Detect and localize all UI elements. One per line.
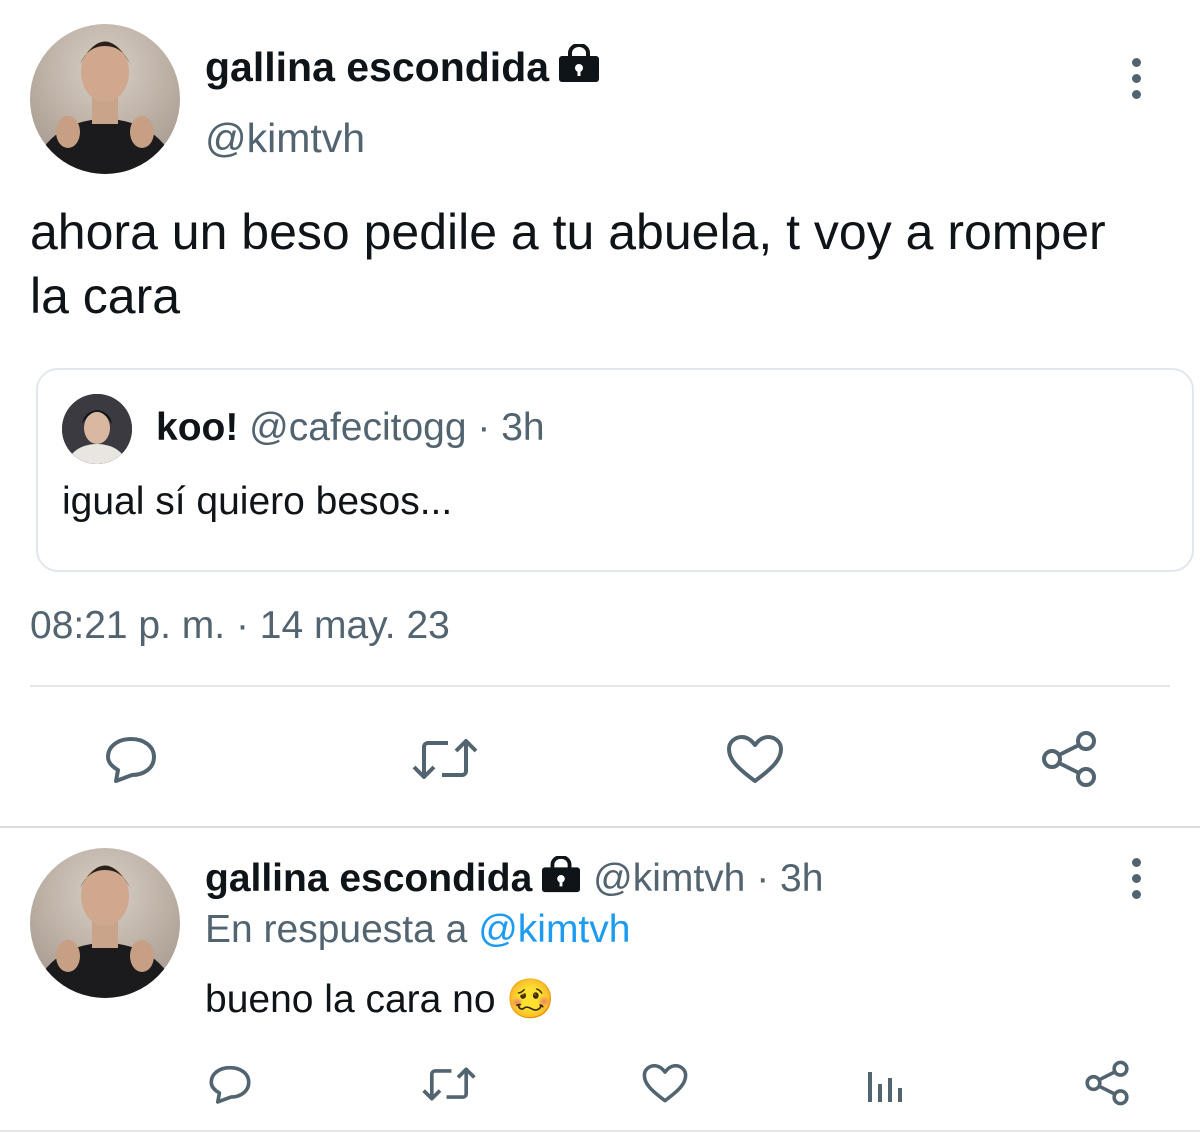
divider [30, 685, 1170, 687]
retweet-icon[interactable] [422, 1066, 476, 1102]
share-icon[interactable] [1040, 730, 1098, 788]
quoted-display-name: koo! [156, 406, 239, 449]
quoted-tweet-card[interactable]: koo! @cafecitogg · 3h igual sí quiero be… [36, 368, 1194, 572]
quoted-time: · 3h [477, 406, 545, 449]
reply-text-content: bueno la cara no [205, 978, 496, 1021]
analytics-icon[interactable] [866, 1064, 906, 1104]
author-handle[interactable]: @kimtvh [205, 115, 365, 162]
reply-display-name[interactable]: gallina escondida [205, 857, 532, 900]
reply-icon[interactable] [208, 1064, 252, 1104]
woozy-face-emoji: 🥴 [506, 977, 555, 1022]
tweet-text: ahora un beso pedile a tu abuela, t voy … [30, 204, 1106, 324]
reply-handle[interactable]: @kimtvh [593, 857, 745, 900]
reply-context: En respuesta a @kimtvh [205, 908, 630, 952]
divider [0, 1130, 1200, 1132]
lock-icon [557, 43, 601, 94]
quoted-handle: @cafecitogg [249, 406, 467, 449]
reply-time: · 3h [756, 857, 824, 900]
reply-to-link[interactable]: @kimtvh [478, 908, 630, 951]
like-icon[interactable] [642, 1064, 688, 1104]
divider [0, 826, 1200, 828]
author-display-name[interactable]: gallina escondida [205, 43, 601, 94]
quoted-tweet-text: igual sí quiero besos... [62, 480, 453, 523]
reply-text: bueno la cara no 🥴 [205, 976, 555, 1022]
reply-prefix: En respuesta a [205, 908, 468, 951]
author-name-text[interactable]: gallina escondida [205, 44, 549, 90]
quoted-author-avatar [62, 394, 132, 464]
author-avatar[interactable] [30, 24, 180, 174]
lock-icon [540, 855, 582, 904]
reply-icon[interactable] [104, 735, 158, 783]
tweet-timestamp[interactable]: 08:21 p. m. · 14 may. 23 [30, 604, 450, 648]
share-icon[interactable] [1084, 1060, 1130, 1106]
more-vertical-icon[interactable] [1132, 858, 1142, 906]
more-vertical-icon[interactable] [1132, 58, 1142, 106]
retweet-icon[interactable] [412, 737, 478, 781]
reply-header: gallina escondida @kimtvh · 3h [205, 855, 824, 904]
reply-author-avatar[interactable] [30, 848, 180, 998]
like-icon[interactable] [726, 735, 784, 785]
